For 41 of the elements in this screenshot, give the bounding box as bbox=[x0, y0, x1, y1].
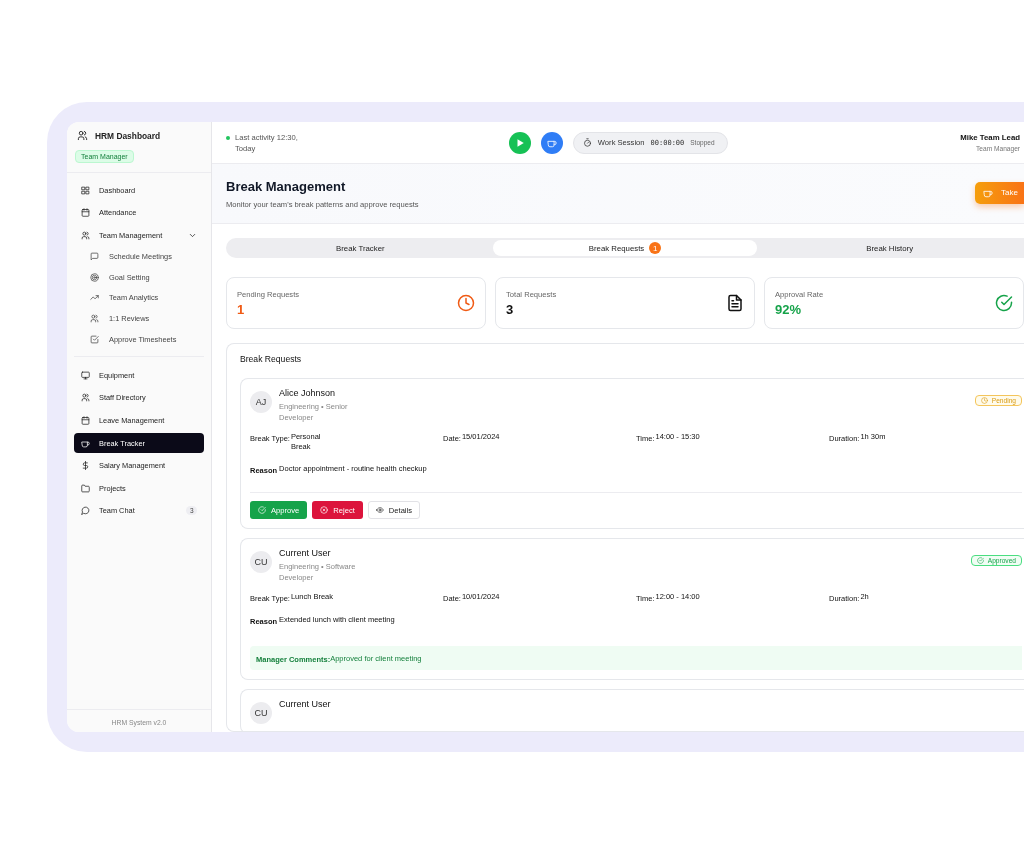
stat-value: 1 bbox=[237, 301, 246, 317]
clock-icon bbox=[457, 294, 475, 312]
play-button[interactable] bbox=[508, 131, 531, 154]
check-circle-icon bbox=[258, 506, 266, 514]
people-icon bbox=[90, 314, 99, 324]
page-title: Break Management bbox=[226, 178, 347, 194]
calendar-icon bbox=[81, 416, 90, 426]
chat-bubble-icon bbox=[81, 506, 90, 516]
trend-icon bbox=[90, 293, 99, 303]
target-icon bbox=[90, 272, 99, 282]
calendar-icon bbox=[81, 208, 90, 218]
check-circle-icon bbox=[976, 557, 984, 564]
grid-icon bbox=[81, 185, 90, 195]
stat-value: 3 bbox=[506, 301, 515, 317]
break-button[interactable] bbox=[540, 131, 563, 154]
people-icon bbox=[77, 130, 88, 141]
people-icon bbox=[81, 230, 90, 240]
stopwatch-icon bbox=[582, 138, 592, 147]
employee-name: Current User bbox=[279, 699, 332, 709]
avatar: CU bbox=[250, 551, 272, 573]
check-circle-icon bbox=[995, 294, 1013, 312]
app-title: HRM Dashboard bbox=[95, 130, 161, 141]
monitor-icon bbox=[81, 370, 90, 380]
status-dot bbox=[226, 135, 230, 140]
section-title: Break Requests bbox=[240, 354, 303, 364]
checkbox-icon bbox=[90, 334, 99, 344]
employee-name: Current User bbox=[279, 548, 332, 558]
people-icon bbox=[81, 393, 90, 403]
chat-bubble-icon bbox=[90, 252, 99, 262]
clock-icon bbox=[980, 397, 988, 404]
folder-icon bbox=[81, 483, 90, 493]
document-icon bbox=[726, 294, 744, 312]
avatar: CU bbox=[250, 702, 272, 724]
x-circle-icon bbox=[320, 506, 329, 514]
stat-value: 92% bbox=[775, 301, 803, 317]
employee-name: Alice Johnson bbox=[279, 388, 337, 398]
cup-icon bbox=[81, 438, 90, 448]
eye-icon bbox=[375, 506, 384, 514]
avatar: AJ bbox=[250, 391, 272, 413]
dollar-icon bbox=[81, 461, 90, 471]
count-badge: 1 bbox=[649, 242, 662, 254]
